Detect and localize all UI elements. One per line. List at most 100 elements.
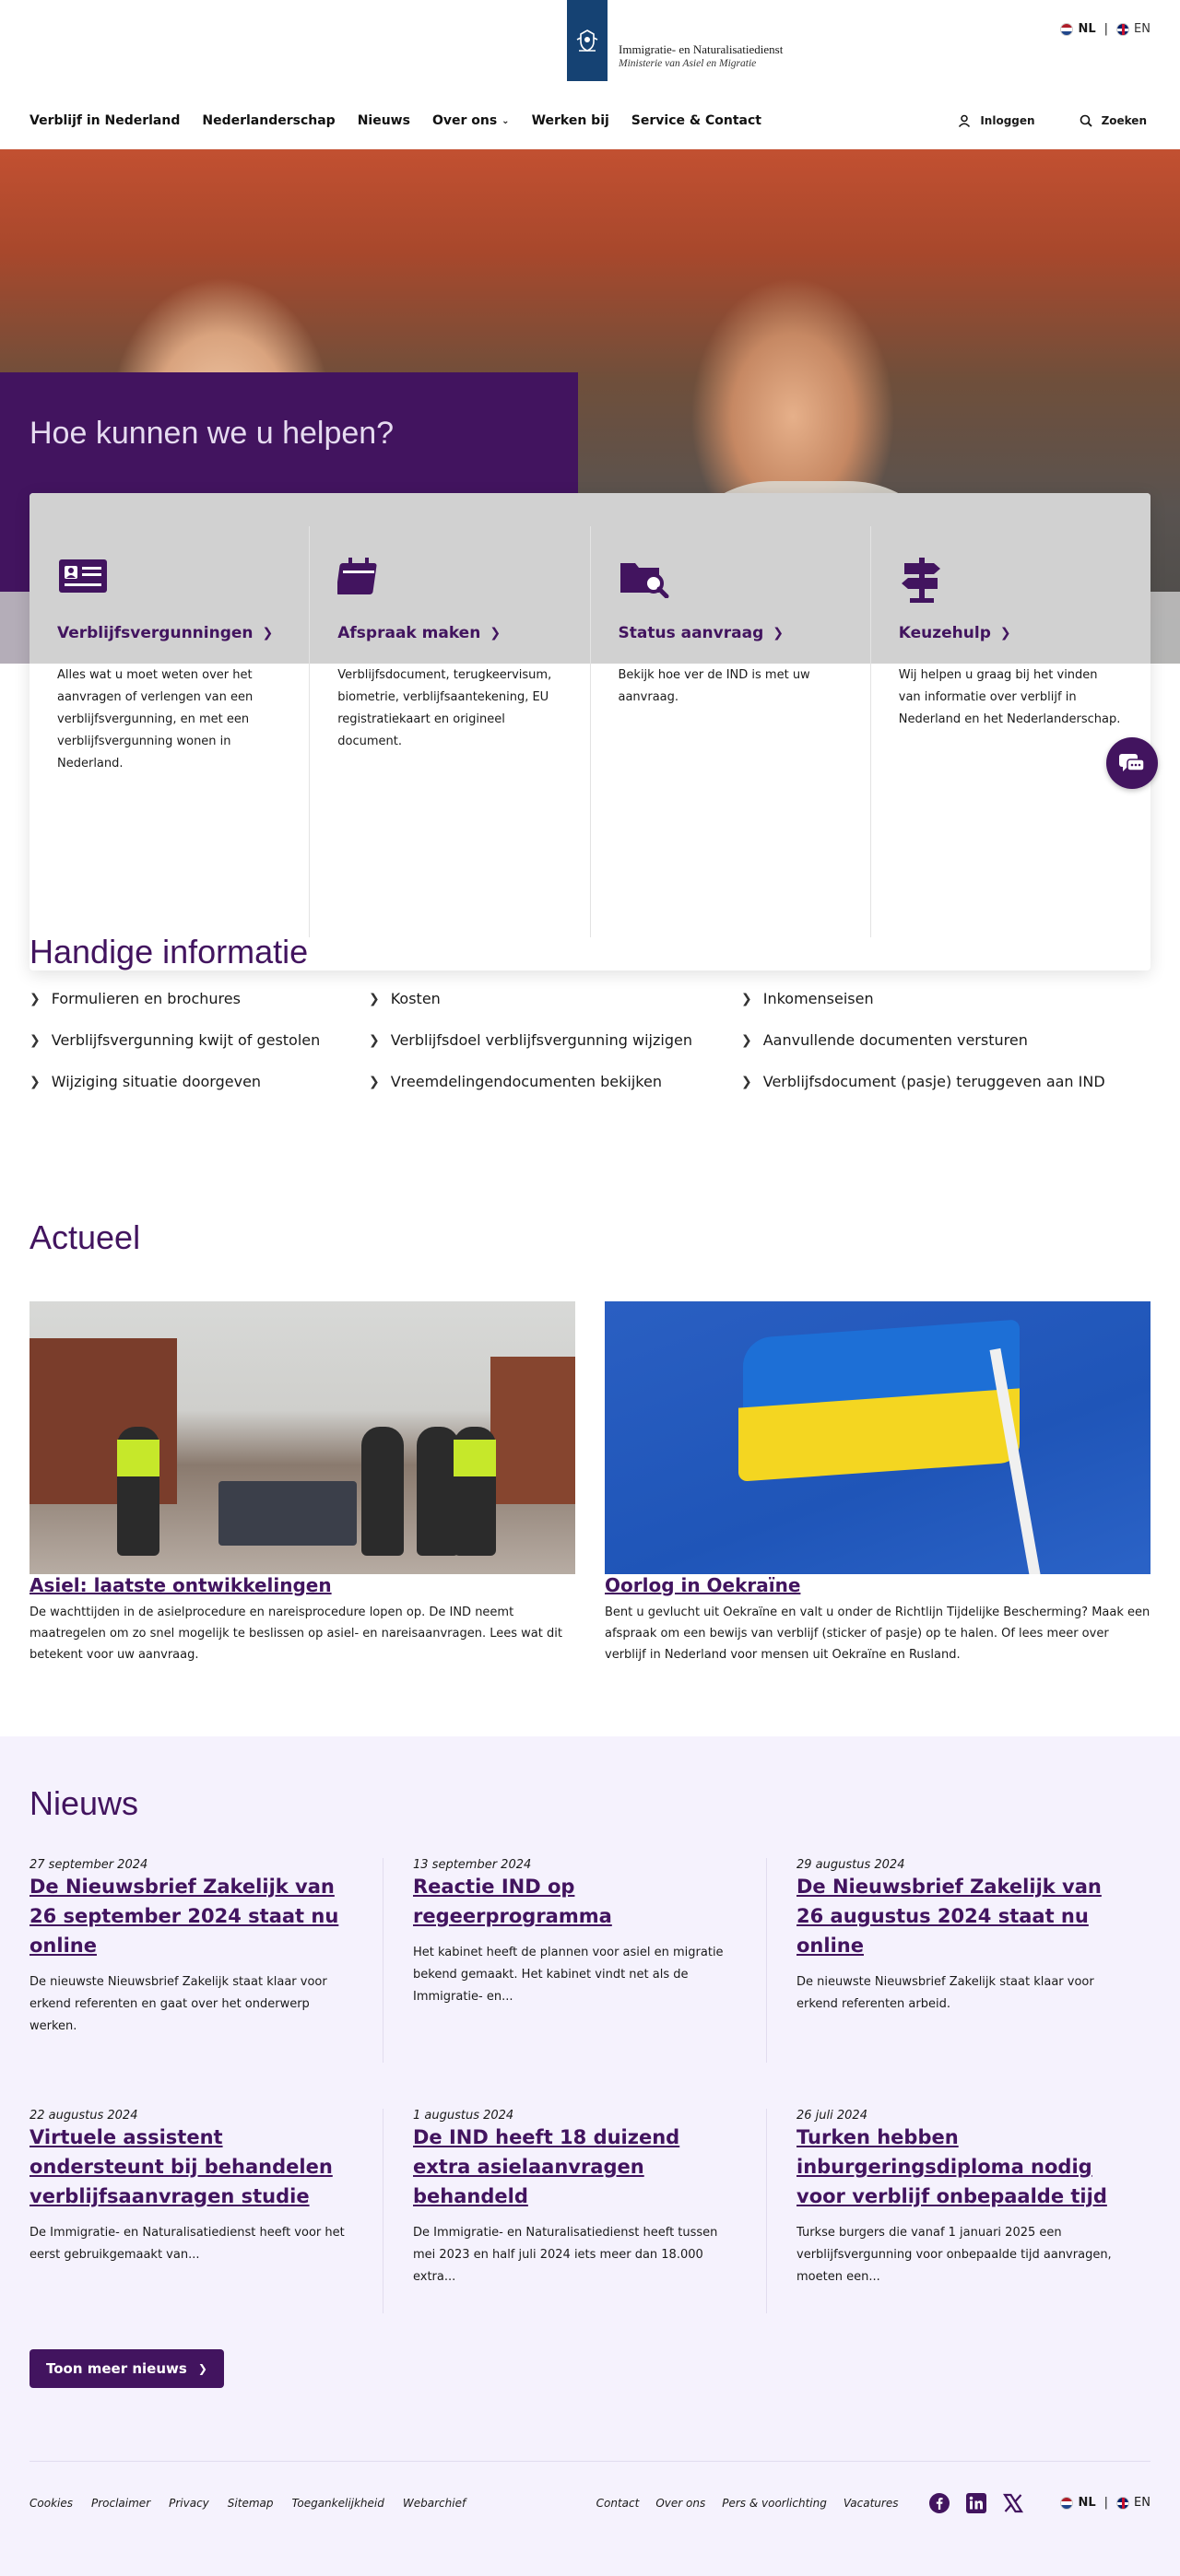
footer-link-webarchief[interactable]: Webarchief (403, 2497, 466, 2510)
card-description: Wij helpen u graag bij het vinden van in… (898, 668, 1121, 726)
footer-link-proclaimer[interactable]: Proclaimer (91, 2497, 150, 2510)
lang-nl-link[interactable]: NL (1060, 22, 1096, 36)
useful-link[interactable]: ❯ Kosten (369, 990, 741, 1007)
chevron-right-icon: ❯ (197, 2362, 207, 2375)
card-title-text: Status aanvraag (618, 624, 764, 642)
useful-link[interactable]: ❯ Inkomenseisen (741, 990, 1138, 1007)
chevron-right-icon: ❯ (773, 626, 784, 641)
facebook-icon[interactable] (927, 2491, 951, 2515)
nav-item-label: Verblijf in Nederland (30, 113, 181, 128)
card-afspraak-maken[interactable]: Afspraak maken ❯ Verblijfsdocument, terug… (310, 526, 591, 937)
actueel-item-asiel[interactable]: Asiel: laatste ontwikkelingen De wachtti… (30, 1301, 575, 1665)
nav-item-service-contact[interactable]: Service & Contact (631, 113, 761, 128)
chevron-right-icon: ❯ (30, 1074, 41, 1089)
card-description: Verblijfsdocument, terugkeervisum, biome… (337, 668, 552, 748)
nav-item-verblijf[interactable]: Verblijf in Nederland (30, 113, 180, 128)
news-item[interactable]: 1 augustus 2024 De IND heeft 18 duizend … (384, 2109, 767, 2313)
news-title[interactable]: Reactie IND op regeerprogramma (413, 1876, 612, 1927)
more-news-button[interactable]: Toon meer nieuws ❯ (30, 2349, 224, 2388)
chat-button[interactable] (1106, 737, 1158, 789)
chevron-right-icon: ❯ (741, 1032, 752, 1048)
news-title[interactable]: De Nieuwsbrief Zakelijk van 26 september… (30, 1876, 338, 1957)
coat-of-arms-icon (567, 0, 608, 81)
card-keuzehulp[interactable]: Keuzehulp ❯ Wij helpen u graag bij het vi… (871, 526, 1150, 937)
footer-link-toegankelijkheid[interactable]: Toegankelijkheid (292, 2497, 384, 2510)
news-date: 1 augustus 2024 (413, 2109, 514, 2123)
useful-link[interactable]: ❯ Verblijfsdoel verblijfsvergunning wijzi… (369, 1031, 741, 1049)
nav-item-werken-bij[interactable]: Werken bij (532, 113, 609, 128)
card-description: Bekijk hoe ver de IND is met uw aanvraag… (618, 668, 810, 704)
footer-link-vacatures[interactable]: Vacatures (844, 2497, 899, 2510)
news-item[interactable]: 13 september 2024 Reactie IND op regeerp… (384, 1858, 767, 2063)
card-title: Verblijfsvergunningen ❯ (57, 624, 281, 642)
useful-link[interactable]: ❯ Wijziging situatie doorgeven (30, 1073, 369, 1090)
language-switch: NL | EN (1060, 22, 1150, 36)
chevron-right-icon: ❯ (369, 1032, 380, 1048)
actueel-item-title[interactable]: Oorlog in Oekraïne (605, 1574, 800, 1596)
news-item[interactable]: 27 september 2024 De Nieuwsbrief Zakelij… (30, 1858, 384, 2063)
search-icon (1080, 114, 1092, 127)
news-item[interactable]: 26 juli 2024 Turken hebben inburgeringsd… (767, 2109, 1150, 2313)
news-title[interactable]: Turken hebben inburgeringsdiploma nodig … (796, 2126, 1107, 2207)
news-title[interactable]: De Nieuwsbrief Zakelijk van 26 augustus … (796, 1876, 1102, 1957)
news-description: Het kabinet heeft de plannen voor asiel … (413, 1946, 724, 2004)
useful-link-label: Verblijfsdocument (pasje) teruggeven aan… (762, 1073, 1105, 1090)
login-link[interactable]: Inloggen (958, 114, 1035, 127)
news-title[interactable]: Virtuele assistent ondersteunt bij behan… (30, 2126, 333, 2207)
search-link[interactable]: Zoeken (1080, 114, 1147, 127)
card-status-aanvraag[interactable]: Status aanvraag ❯ Bekijk hoe ver de IND i… (591, 526, 871, 937)
footer-link-contact[interactable]: Contact (596, 2497, 640, 2510)
logo[interactable]: Immigratie- en Naturalisatiedienst Minis… (567, 0, 783, 81)
footer-link-over-ons[interactable]: Over ons (655, 2497, 705, 2510)
linkedin-icon[interactable] (964, 2491, 988, 2515)
chevron-right-icon: ❯ (369, 991, 380, 1006)
useful-link[interactable]: ❯ Vreemdelingendocumenten bekijken (369, 1073, 741, 1090)
chevron-right-icon: ❯ (30, 1032, 41, 1048)
footer-link-sitemap[interactable]: Sitemap (228, 2497, 274, 2510)
nav-item-nieuws[interactable]: Nieuws (358, 113, 410, 128)
useful-link[interactable]: ❯ Aanvullende documenten versturen (741, 1031, 1138, 1049)
news-date: 27 september 2024 (30, 1858, 148, 1872)
news-description: De nieuwste Nieuwsbrief Zakelijk staat k… (30, 1975, 327, 2033)
news-item[interactable]: 29 augustus 2024 De Nieuwsbrief Zakelijk… (767, 1858, 1150, 2063)
search-label: Zoeken (1101, 114, 1147, 127)
hero: Hoe kunnen we u helpen? Verblijfsvergunn… (0, 149, 1180, 970)
news-item[interactable]: 22 augustus 2024 Virtuele assistent onde… (30, 2109, 384, 2313)
useful-link-label: Kosten (390, 990, 441, 1007)
logo-text: Immigratie- en Naturalisatiedienst Minis… (619, 42, 783, 69)
useful-link[interactable]: ❯ Formulieren en brochures (30, 990, 369, 1007)
footer: Cookies Proclaimer Privacy Sitemap Toega… (30, 2461, 1150, 2544)
card-verblijfsvergunningen[interactable]: Verblijfsvergunningen ❯ Alles wat u moet … (30, 526, 311, 937)
useful-link-label: Verblijfsdoel verblijfsvergunning wijzig… (390, 1031, 692, 1049)
lang-en-link[interactable]: EN (1116, 22, 1150, 36)
useful-link[interactable]: ❯ Verblijfsvergunning kwijt of gestolen (30, 1031, 369, 1049)
signpost-icon (899, 556, 1123, 604)
section-title: Nieuws (30, 1784, 139, 1822)
footer-lang-en-link[interactable]: EN (1116, 2496, 1150, 2510)
actueel-item-title[interactable]: Asiel: laatste ontwikkelingen (30, 1574, 332, 1596)
chevron-right-icon: ❯ (262, 626, 274, 641)
nav-item-over-ons[interactable]: Over ons ⌄ (432, 113, 510, 128)
useful-link[interactable]: ❯ Verblijfsdocument (pasje) teruggeven aa… (741, 1073, 1138, 1090)
news-title[interactable]: De IND heeft 18 duizend extra asielaanvr… (413, 2126, 679, 2207)
footer-link-cookies[interactable]: Cookies (30, 2497, 73, 2510)
section-title: Actueel (30, 1218, 141, 1256)
footer-link-pers[interactable]: Pers & voorlichting (722, 2497, 827, 2510)
x-icon[interactable] (1001, 2491, 1025, 2515)
actueel-grid: Asiel: laatste ontwikkelingen De wachtti… (30, 1301, 1150, 1665)
useful-link-label: Formulieren en brochures (51, 990, 241, 1007)
news-date: 22 augustus 2024 (30, 2109, 138, 2123)
card-title-text: Afspraak maken (337, 624, 481, 642)
nav-item-nederlanderschap[interactable]: Nederlanderschap (202, 113, 335, 128)
news-date: 29 augustus 2024 (796, 1858, 905, 1872)
service-cards: Verblijfsvergunningen ❯ Alles wat u moet … (30, 493, 1150, 970)
nl-flag-icon (1060, 2496, 1074, 2510)
lang-en-label: EN (1134, 22, 1150, 36)
footer-lang-nl-link[interactable]: NL (1060, 2496, 1096, 2510)
logo-line-1: Immigratie- en Naturalisatiedienst (619, 42, 784, 56)
actueel-item-oekraine[interactable]: Oorlog in Oekraïne Bent u gevlucht uit O… (605, 1301, 1150, 1665)
news-grid: 27 september 2024 De Nieuwsbrief Zakelij… (30, 1858, 1150, 2359)
footer-link-privacy[interactable]: Privacy (169, 2497, 209, 2510)
card-title-text: Keuzehulp (898, 624, 991, 642)
news-date: 13 september 2024 (413, 1858, 532, 1872)
